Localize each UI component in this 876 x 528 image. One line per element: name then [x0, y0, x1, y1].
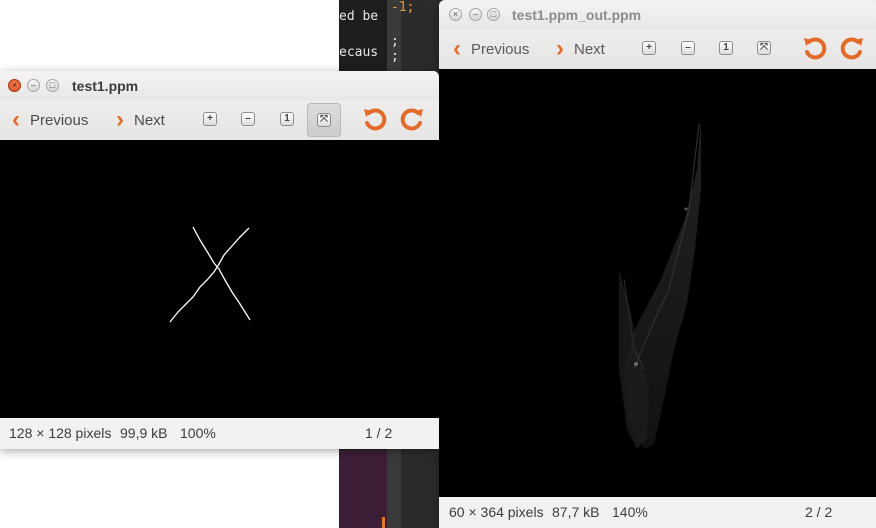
previous-label: Previous [30, 111, 89, 129]
next-label: Next [134, 111, 165, 129]
file-size: 87,7 kB [552, 504, 600, 520]
minimize-icon[interactable]: – [469, 8, 482, 21]
file-size: 99,9 kB [120, 425, 168, 441]
rotate-left-icon[interactable] [801, 34, 829, 62]
zoom-out-button[interactable]: – [677, 37, 699, 59]
window-title: test1.ppm_out.ppm [512, 7, 642, 23]
image-viewport[interactable] [0, 140, 439, 418]
window-title: test1.ppm [72, 78, 139, 94]
zoom-out-button[interactable]: – [237, 108, 259, 130]
page-indicator: 2 / 2 [805, 504, 833, 520]
toolbar: ‹ Previous › Next + – 1 ⤧ [0, 100, 439, 141]
zoom-out-icon: – [241, 112, 255, 126]
statusbar: 60 × 364 pixels 87,7 kB 140% 2 / 2 [439, 497, 876, 528]
zoom-in-icon: + [642, 41, 656, 55]
code-line-suffix: -1; [391, 0, 415, 15]
zoom-level: 100% [180, 425, 216, 441]
zoom-in-icon: + [203, 112, 217, 126]
statusbar: 128 × 128 pixels 99,9 kB 100% 1 / 2 [0, 418, 439, 449]
previous-button[interactable]: ‹ Previous [12, 108, 88, 132]
image-dimensions: 60 × 364 pixels [449, 504, 544, 520]
image-viewer-window-output: × – □ test1.ppm_out.ppm ‹ Previous › Nex… [439, 0, 876, 528]
rotate-left-icon[interactable] [361, 105, 389, 133]
chevron-left-icon: ‹ [453, 35, 461, 62]
normal-size-icon: 1 [280, 112, 294, 126]
chevron-left-icon: ‹ [12, 106, 20, 133]
image-viewer-window-input: × – □ test1.ppm ‹ Previous › Next + – 1 … [0, 71, 439, 449]
next-button[interactable]: › Next [116, 108, 165, 132]
normal-size-icon: 1 [719, 41, 733, 55]
maximize-icon[interactable]: □ [46, 79, 59, 92]
next-button[interactable]: › Next [556, 37, 605, 61]
zoom-level: 140% [612, 504, 648, 520]
titlebar[interactable]: × – □ test1.ppm_out.ppm [439, 0, 876, 29]
close-icon[interactable]: × [449, 8, 462, 21]
previous-button[interactable]: ‹ Previous [453, 37, 529, 61]
normal-size-button[interactable]: 1 [276, 108, 298, 130]
editor-cursor [382, 517, 385, 528]
rotate-right-icon[interactable] [398, 105, 426, 133]
rotate-right-icon[interactable] [838, 34, 866, 62]
maximize-icon[interactable]: □ [487, 8, 500, 21]
best-fit-button[interactable]: ⤧ [307, 103, 341, 137]
code-line: ed be [339, 9, 379, 24]
chevron-right-icon: › [556, 35, 564, 62]
zoom-in-button[interactable]: + [638, 37, 660, 59]
minimize-icon[interactable]: – [27, 79, 40, 92]
best-fit-icon: ⤧ [317, 113, 331, 127]
image-viewport[interactable] [439, 69, 876, 497]
code-line: ecaus [339, 45, 379, 60]
close-icon[interactable]: × [8, 79, 21, 92]
terminal-strip [339, 450, 387, 528]
zoom-out-icon: – [681, 41, 695, 55]
titlebar[interactable]: × – □ test1.ppm [0, 71, 439, 100]
output-image [619, 119, 701, 449]
code-line-suffix: ; [391, 49, 399, 64]
best-fit-icon: ⤧ [757, 41, 771, 55]
best-fit-button[interactable]: ⤧ [753, 37, 775, 59]
code-line-suffix: ; [391, 34, 399, 49]
chevron-right-icon: › [116, 106, 124, 133]
next-label: Next [574, 40, 605, 58]
input-image [169, 226, 251, 323]
toolbar: ‹ Previous › Next + – 1 ⤧ [439, 29, 876, 70]
normal-size-button[interactable]: 1 [715, 37, 737, 59]
page-indicator: 1 / 2 [365, 425, 393, 441]
zoom-in-button[interactable]: + [199, 108, 221, 130]
previous-label: Previous [471, 40, 530, 58]
image-dimensions: 128 × 128 pixels [9, 425, 112, 441]
